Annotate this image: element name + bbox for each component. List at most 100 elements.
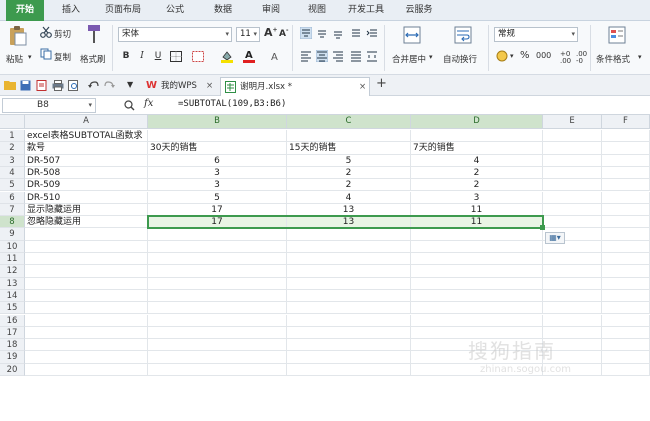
cell[interactable]: 款号 [25,142,148,155]
cell[interactable] [25,253,148,266]
cell[interactable] [25,302,148,315]
ribbon-tab[interactable]: 公式 [156,0,194,21]
undo-icon[interactable] [88,81,99,91]
cell[interactable] [25,363,148,376]
cell[interactable]: 11 [411,216,543,229]
cell[interactable] [543,166,602,180]
ribbon-tab[interactable]: 云服务 [396,0,442,21]
cell[interactable] [602,228,650,241]
cell[interactable]: 7天的销售 [411,142,543,155]
merge-center-label[interactable]: 合并居中 [392,53,426,65]
cell[interactable] [411,277,543,290]
merge-center-icon[interactable] [403,26,421,44]
cell[interactable]: 17 [148,203,287,217]
cell[interactable] [411,130,543,143]
row-header[interactable]: 3 [0,154,25,167]
cell[interactable]: 15天的销售 [287,142,411,155]
cell[interactable] [148,351,287,364]
cell[interactable] [543,289,602,303]
cell[interactable] [602,179,650,192]
cell[interactable] [148,265,287,278]
name-box[interactable]: B8 ▾ [2,98,96,113]
column-header[interactable]: A [25,115,148,129]
row-header[interactable]: 5 [0,179,25,192]
font-size-select[interactable]: 11 ▾ [236,27,260,42]
font-color-icon[interactable]: A [243,49,255,63]
cell[interactable]: 3 [411,191,543,204]
cell[interactable]: 4 [287,191,411,204]
cut-button-label[interactable]: 剪切 [54,28,71,40]
conditional-format-icon[interactable] [608,26,626,44]
border-icon[interactable] [170,51,182,62]
row-header[interactable]: 9 [0,228,25,241]
cell[interactable] [602,166,650,180]
save-icon[interactable] [20,80,31,91]
column-header[interactable]: F [602,115,650,129]
ribbon-tab[interactable]: 数据 [202,0,244,21]
cell[interactable]: 13 [287,203,411,217]
cell[interactable] [602,240,650,253]
cell[interactable] [543,277,602,290]
cell[interactable] [287,277,411,290]
row-header[interactable]: 11 [0,253,25,266]
currency-dropdown-icon[interactable]: ▾ [510,52,514,60]
cell[interactable]: 30天的销售 [148,142,287,155]
cell[interactable] [602,339,650,352]
clear-format-icon[interactable] [192,51,204,62]
grow-font-button[interactable]: A+ [264,26,278,39]
cell[interactable] [148,289,287,303]
column-header[interactable]: E [543,115,602,129]
cell[interactable] [148,277,287,290]
cell[interactable] [602,191,650,204]
folder-icon[interactable] [4,80,16,90]
thousands-button[interactable]: 000 [536,51,551,60]
cell[interactable]: 6 [148,154,287,167]
cell[interactable] [25,351,148,364]
cell[interactable]: 忽略隐藏运用 [25,216,148,229]
cell[interactable] [602,302,650,315]
doc-tab-my-wps[interactable]: W 我的WPS × [140,77,220,96]
worksheet-grid[interactable]: A B C D E F 1 excel表格SUBTOTAL函数求 2 款号 30天的销售 15天的销售… [0,115,650,421]
zoom-icon[interactable] [124,100,135,111]
wrap-text-icon[interactable] [454,26,472,44]
ribbon-tab[interactable]: 审阅 [252,0,290,21]
cell[interactable] [148,314,287,327]
paste-dropdown-icon[interactable]: ▾ [28,53,32,61]
cell[interactable] [543,216,602,229]
bold-button[interactable]: B [119,49,133,63]
number-format-select[interactable]: 常规 ▾ [494,27,578,42]
cell[interactable] [287,240,411,253]
cell[interactable] [287,289,411,303]
cell[interactable] [148,363,287,376]
row-header[interactable]: 4 [0,166,25,180]
justify-icon[interactable] [350,50,362,62]
cell[interactable] [287,326,411,340]
conditional-format-label[interactable]: 条件格式 [596,53,630,65]
cell[interactable] [602,351,650,364]
cell[interactable] [25,289,148,303]
cell[interactable]: DR-509 [25,179,148,192]
row-header[interactable]: 7 [0,203,25,217]
row-header[interactable]: 19 [0,351,25,364]
decrease-decimal-icon[interactable]: .00 -0 [576,51,587,65]
row-header[interactable]: 6 [0,191,25,204]
align-middle-icon[interactable] [316,27,328,39]
cell[interactable] [411,253,543,266]
underline-button[interactable]: U [151,49,165,63]
currency-icon[interactable] [496,50,510,62]
align-right-icon[interactable] [332,50,344,62]
align-top-icon[interactable] [300,27,312,39]
cell[interactable] [602,289,650,303]
ribbon-tab[interactable]: 开发工具 [342,0,390,21]
cell[interactable] [287,339,411,352]
cell[interactable] [543,154,602,167]
paste-icon[interactable] [8,25,28,47]
cell[interactable] [25,228,148,241]
cell[interactable]: 显示隐藏运用 [25,203,148,217]
doc-tab-workbook[interactable]: 谢明月.xlsx * × [220,77,370,96]
align-bottom-icon[interactable] [332,27,344,39]
cell[interactable] [602,326,650,340]
cell[interactable] [148,240,287,253]
formula-input[interactable]: =SUBTOTAL(109,B3:B6) [178,99,286,109]
cell[interactable] [411,265,543,278]
